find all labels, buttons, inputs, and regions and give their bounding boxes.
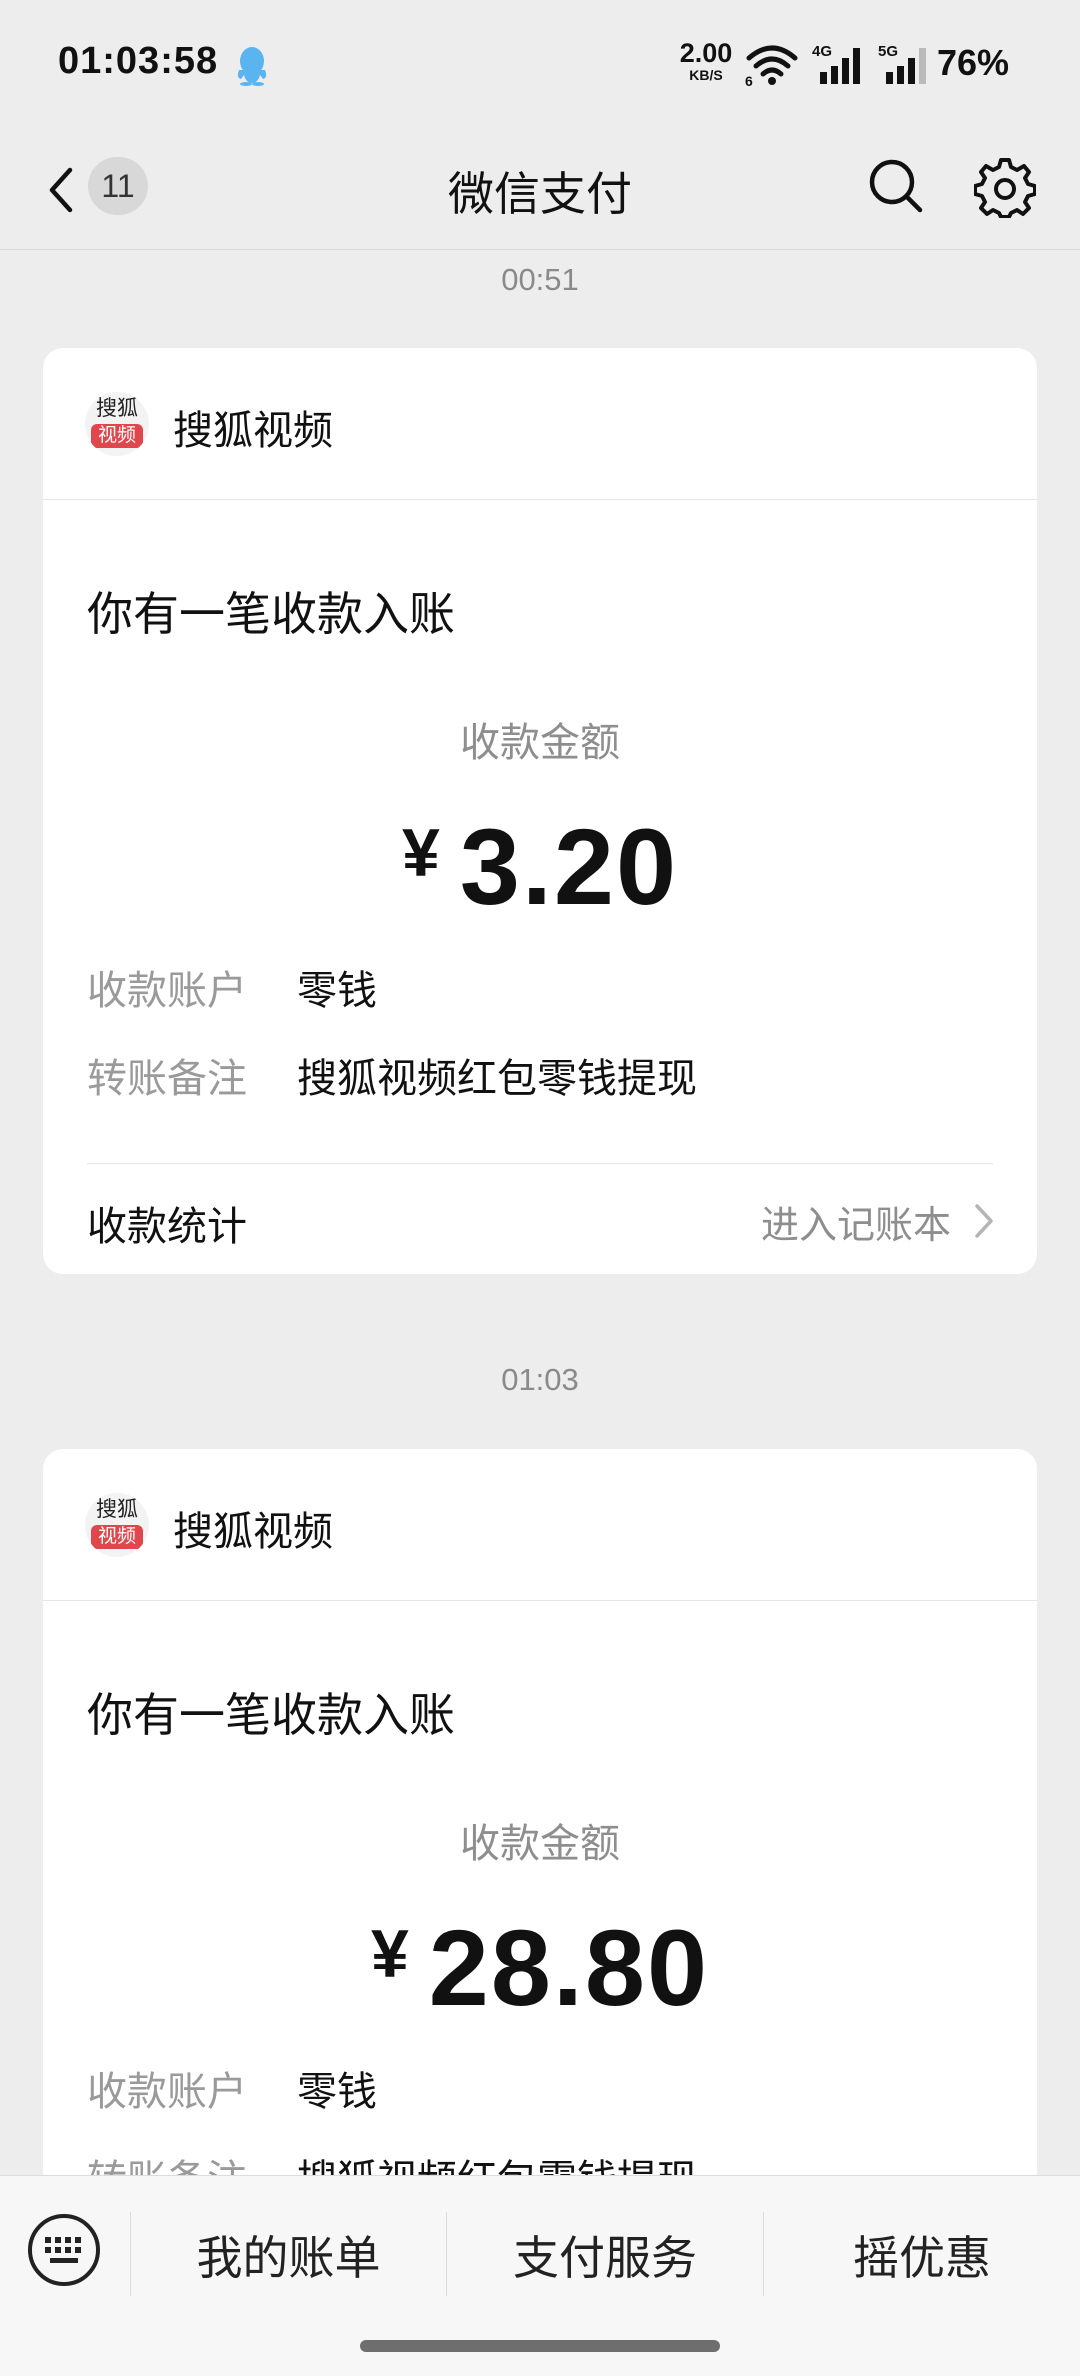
nav-bar: 11 微信支付	[0, 130, 1080, 250]
receipt-stats-label: 收款统计	[87, 1205, 247, 1249]
amount: ¥3.20	[43, 804, 1037, 929]
cellular-signal-4g-icon: 4G	[812, 43, 860, 84]
status-bar: 01:03:58 2.00 KB/S 6 4G 5G 76%	[0, 0, 1080, 130]
note-value: 搜狐视频红包零钱提现	[297, 1057, 697, 1101]
keyboard-icon[interactable]	[26, 2212, 102, 2288]
battery-level: 76%	[937, 42, 1010, 83]
card-header[interactable]: 搜狐 视频 搜狐视频	[43, 348, 1037, 500]
sohu-video-logo-icon: 搜狐 视频	[85, 392, 149, 456]
account-value: 零钱	[297, 2070, 377, 2114]
tab-shake-deals[interactable]: 摇优惠	[764, 2222, 1080, 2284]
card-heading: 你有一笔收款入账	[87, 1689, 455, 1741]
settings-gear-icon[interactable]	[974, 156, 1036, 218]
payment-notification-card[interactable]: 搜狐 视频 搜狐视频 你有一笔收款入账 收款金额 ¥3.20 收款账户 零钱 转…	[43, 348, 1037, 1274]
qq-notification-icon	[237, 47, 267, 86]
sohu-video-logo-icon: 搜狐 视频	[85, 1493, 149, 1557]
svg-text:4G: 4G	[812, 43, 832, 60]
account-label: 收款账户	[87, 969, 247, 1013]
amount-label: 收款金额	[460, 721, 620, 765]
network-speed: 2.00 KB/S	[679, 38, 733, 83]
currency-symbol: ¥	[401, 815, 440, 891]
tab-my-bills[interactable]: 我的账单	[131, 2222, 446, 2284]
message-timestamp: 00:51	[501, 262, 579, 297]
app-name: 搜狐视频	[173, 1510, 333, 1554]
amount-value: 28.80	[428, 1907, 710, 2028]
divider	[87, 1163, 993, 1164]
message-timestamp: 01:03	[501, 1362, 579, 1397]
home-indicator[interactable]	[360, 2340, 720, 2352]
status-time: 01:03:58	[58, 40, 219, 82]
note-label: 转账备注	[87, 1057, 247, 1101]
wifi-icon: 6	[745, 45, 798, 86]
tab-payment-services[interactable]: 支付服务	[447, 2222, 763, 2284]
payment-notification-card[interactable]: 搜狐 视频 搜狐视频 你有一笔收款入账 收款金额 ¥28.80 收款账户 零钱 …	[43, 1449, 1037, 2209]
account-label: 收款账户	[87, 2070, 247, 2114]
open-ledger-link[interactable]: 进入记账本	[761, 1194, 951, 1249]
app-name: 搜狐视频	[173, 409, 333, 453]
amount: ¥28.80	[43, 1905, 1037, 2030]
chevron-right-icon[interactable]	[973, 1200, 995, 1242]
currency-symbol: ¥	[370, 1916, 409, 1992]
cellular-signal-5g-icon: 5G	[878, 43, 926, 84]
search-icon[interactable]	[866, 156, 926, 216]
account-value: 零钱	[297, 969, 377, 1013]
svg-text:6: 6	[745, 73, 753, 86]
card-heading: 你有一笔收款入账	[87, 588, 455, 640]
amount-label: 收款金额	[460, 1822, 620, 1866]
amount-value: 3.20	[459, 806, 679, 927]
svg-text:5G: 5G	[878, 43, 898, 60]
card-header[interactable]: 搜狐 视频 搜狐视频	[43, 1449, 1037, 1601]
